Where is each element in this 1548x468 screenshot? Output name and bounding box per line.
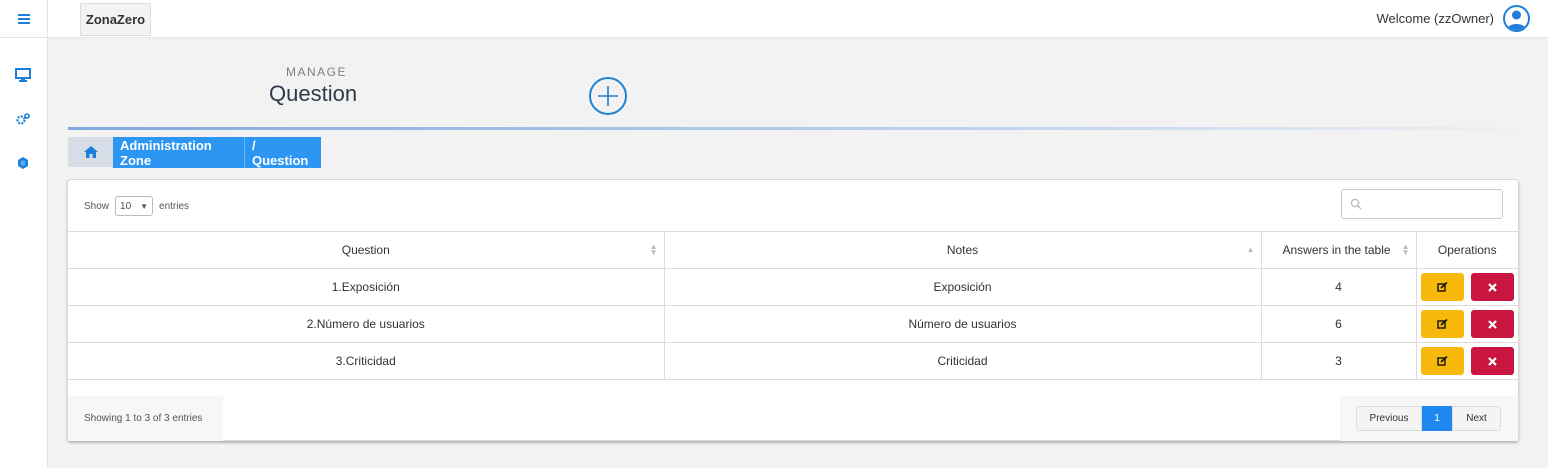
page-length-select[interactable]: 10 ▼ [115,196,154,216]
delete-button[interactable] [1470,273,1514,301]
edit-icon [1437,355,1448,366]
cell-operations [1415,305,1518,343]
breadcrumb-home[interactable] [68,137,113,167]
home-icon [83,146,98,158]
previous-page-button[interactable]: Previous [1356,406,1422,431]
shield-icon[interactable] [14,155,32,171]
column-header-answers[interactable]: Answers in the table ▲ ▼ [1260,231,1416,269]
table-row: 3.Criticidad Criticidad 3 [68,342,1518,380]
page-1-button[interactable]: 1 [1422,406,1452,431]
delete-button[interactable] [1470,347,1514,375]
column-header-operations: Operations [1415,231,1518,269]
cell-question: 1.Exposición [68,268,664,306]
gears-icon[interactable] [14,111,32,127]
cell-notes: Exposición [663,268,1261,306]
sort-icon: ▲ ▼ [1401,242,1410,257]
search-icon [1350,198,1362,210]
edit-button[interactable] [1420,347,1464,375]
close-icon [1487,319,1497,329]
column-header-notes[interactable]: Notes ▲ [663,231,1261,269]
manage-label: MANAGE [286,65,348,79]
delete-button[interactable] [1470,310,1514,338]
page-length-control: Show 10 ▼ entries [84,196,189,216]
monitor-icon[interactable] [14,67,32,83]
sort-icon: ▲ ▼ [649,242,658,257]
close-icon [1487,282,1497,292]
breadcrumb-question[interactable]: / Question [244,137,321,168]
plus-icon [598,86,618,106]
edit-icon [1437,281,1448,292]
column-header-question[interactable]: Question ▲ ▼ [68,231,664,269]
table-info: Showing 1 to 3 of 3 entries [68,396,223,441]
top-bar: ZonaZero Welcome (zzOwner) [48,0,1548,38]
close-icon [1487,356,1497,366]
questions-table: Question ▲ ▼ Notes ▲ Answers in the table ▲ ▼… [68,231,1518,380]
cell-operations [1415,342,1518,380]
left-sidebar [0,0,48,468]
pagination: Previous 1 Next [1340,396,1518,441]
cell-notes: Criticidad [663,342,1261,380]
user-avatar-icon[interactable] [1503,5,1530,32]
page-title: Question [269,81,358,106]
header-divider [68,127,1548,130]
cell-notes: Número de usuarios [663,305,1261,343]
edit-icon [1437,318,1448,329]
next-page-button[interactable]: Next [1452,406,1501,431]
show-label: Show [84,200,110,212]
add-question-button[interactable] [589,77,627,115]
search-input[interactable] [1341,189,1503,219]
cell-answers: 3 [1260,342,1416,380]
questions-table-card: Show 10 ▼ entries Question ▲ ▼ Notes ▲ Answ… [67,179,1519,441]
entries-label: entries [159,200,190,212]
table-row: 2.Número de usuarios Número de usuarios … [68,305,1518,343]
cell-answers: 6 [1260,305,1416,343]
brand-button[interactable]: ZonaZero [80,3,151,36]
page-length-value: 10 [120,200,132,212]
breadcrumb-administration-zone[interactable]: Administration Zone [113,137,244,168]
cell-question: 2.Número de usuarios [68,305,664,343]
cell-operations [1415,268,1518,306]
sort-asc-icon: ▲ [1246,245,1255,254]
cell-answers: 4 [1260,268,1416,306]
table-row: 1.Exposición Exposición 4 [68,268,1518,306]
cell-question: 3.Criticidad [68,342,664,380]
welcome-text: Welcome (zzOwner) [1376,11,1494,26]
hamburger-menu-icon[interactable] [0,0,48,38]
dropdown-arrow-icon: ▼ [140,201,149,211]
edit-button[interactable] [1420,273,1464,301]
edit-button[interactable] [1420,310,1464,338]
